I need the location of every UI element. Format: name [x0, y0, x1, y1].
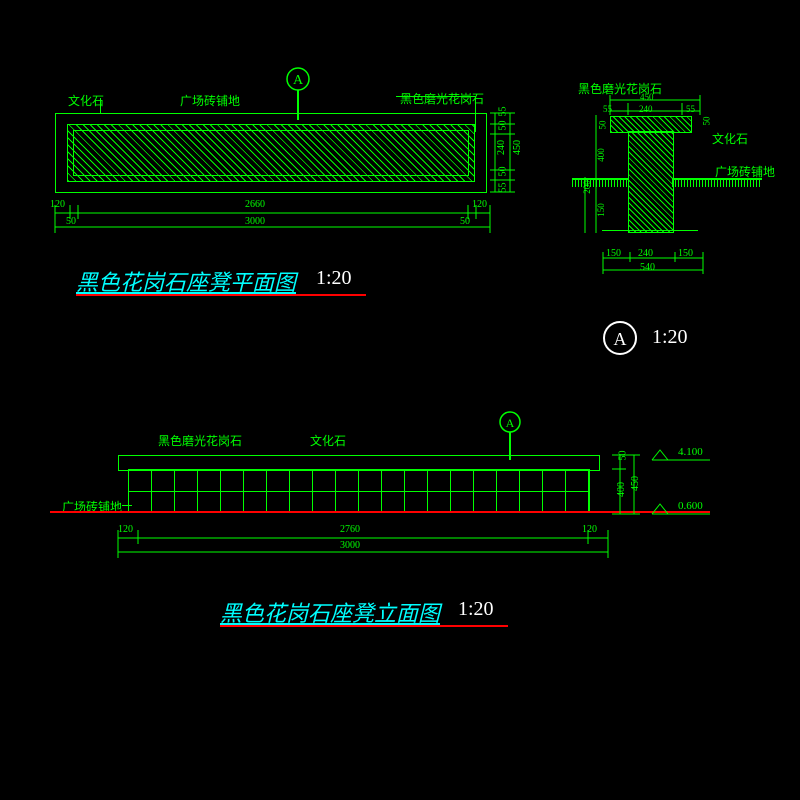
- dim: 55: [686, 104, 695, 114]
- leader: [100, 98, 101, 113]
- sec-stem: [628, 131, 674, 233]
- dim: 55: [603, 104, 612, 114]
- leader: [475, 96, 476, 132]
- dim: 120: [118, 524, 133, 535]
- dim: 120: [50, 199, 65, 210]
- dim: 3000: [245, 216, 265, 227]
- dim: 240: [639, 104, 653, 114]
- marker-a-elev: A: [490, 410, 530, 460]
- dim: 2760: [340, 524, 360, 535]
- dim: 120: [472, 199, 487, 210]
- svg-text:A: A: [614, 329, 627, 349]
- section-scale: 1:20: [652, 326, 688, 349]
- dim: 150: [606, 248, 621, 259]
- dim: 55: [498, 107, 509, 117]
- dim: 55: [498, 183, 509, 193]
- sec-dim-left: [582, 115, 602, 235]
- elev-dim-h: [110, 530, 620, 566]
- dim: 50: [498, 121, 509, 131]
- sec-label-culture: 文化石: [712, 130, 748, 147]
- plan-scale: 1:20: [316, 267, 352, 290]
- leader: [122, 505, 132, 506]
- plan-inner: [73, 130, 469, 176]
- elev-bot: 0.600: [678, 500, 703, 512]
- dim: 450: [640, 92, 654, 102]
- dim: 150: [678, 248, 693, 259]
- leader: [396, 96, 476, 97]
- elev-top: 4.100: [678, 446, 703, 458]
- dim: 240: [496, 140, 507, 155]
- marker-a-plan: A: [278, 66, 318, 120]
- svg-text:A: A: [293, 73, 304, 88]
- plan-title: 黑色花岗石座凳平面图: [76, 265, 296, 297]
- dim: 50: [618, 451, 629, 461]
- dim: 450: [630, 476, 641, 491]
- label-polished: 黑色磨光花岗石: [400, 90, 484, 107]
- marker-a-section: A: [600, 318, 640, 358]
- elev-title: 黑色花岗石座凳立面图: [220, 596, 440, 628]
- underline: [220, 625, 508, 627]
- dim: 3000: [340, 540, 360, 551]
- label-culture-stone: 文化石: [68, 92, 104, 109]
- dim: 240: [638, 248, 653, 259]
- dim: 120: [582, 524, 597, 535]
- dim: 50: [702, 117, 712, 126]
- elev-label-polished: 黑色磨光花岗石: [158, 432, 242, 449]
- elev-bricks: [128, 469, 590, 513]
- underline: [76, 294, 366, 296]
- ground-line: [50, 511, 710, 513]
- elev-scale: 1:20: [458, 598, 494, 621]
- elev-label-culture: 文化石: [310, 432, 346, 449]
- dim: 50: [498, 167, 509, 177]
- ground-right: [672, 178, 762, 187]
- label-paving: 广场砖铺地: [180, 92, 240, 109]
- dim-h-plan: [40, 205, 500, 245]
- dim: 400: [616, 482, 627, 497]
- dim: 50: [66, 216, 76, 227]
- sec-footing: [602, 230, 698, 233]
- svg-text:A: A: [506, 416, 515, 430]
- dim: 50: [460, 216, 470, 227]
- dim: 2660: [245, 199, 265, 210]
- dim: 540: [640, 262, 655, 273]
- dim: 450: [512, 140, 523, 155]
